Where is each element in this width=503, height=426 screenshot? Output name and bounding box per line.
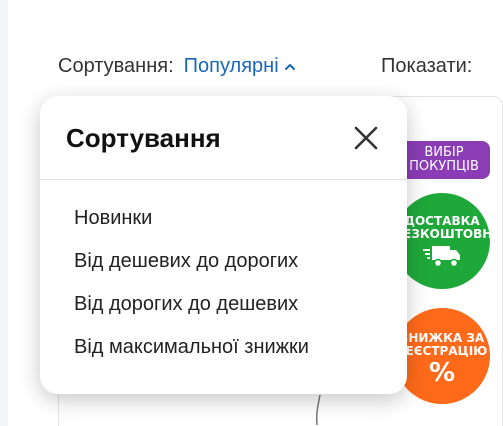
sort-option-max-discount[interactable]: Від максимальної знижки xyxy=(74,329,309,372)
sort-value[interactable]: Популярні xyxy=(184,55,279,78)
chevron-up-icon[interactable] xyxy=(283,60,297,74)
show-count-label[interactable]: Показати: xyxy=(381,55,472,78)
sort-option-price-desc[interactable]: Від дорогих до дешевих xyxy=(74,286,309,329)
product-image-fragment xyxy=(316,395,321,425)
left-strip xyxy=(0,0,8,426)
buyers-choice-badge: ВИБІР ПОКУПЦІВ xyxy=(398,141,490,179)
badge-line: ВИБІР xyxy=(424,145,464,160)
badge-line: ЗНИЖКА ЗА xyxy=(399,331,485,345)
truck-icon xyxy=(423,246,460,268)
percent-icon: % xyxy=(428,358,456,388)
free-delivery-badge: ДОСТАВКА БЕЗКОШТОВНО xyxy=(394,193,502,289)
badge-line: БЕЗКОШТОВНО xyxy=(394,227,503,241)
popup-title: Сортування xyxy=(66,123,221,153)
sort-option-newest[interactable]: Новинки xyxy=(74,200,309,243)
close-icon[interactable] xyxy=(352,124,380,152)
sort-popup: Сортування Новинки Від дешевих до дороги… xyxy=(40,96,407,394)
sort-options-list: Новинки Від дешевих до дорогих Від дорог… xyxy=(74,200,309,372)
sort-option-price-asc[interactable]: Від дешевих до дорогих xyxy=(74,243,309,286)
sort-control[interactable]: Сортування: Популярні xyxy=(58,55,297,78)
badge-line: ДОСТАВКА xyxy=(404,214,480,228)
badge-line: ПОКУПЦІВ xyxy=(409,159,479,174)
badge-line: РЕЄСТРАЦІЮ xyxy=(396,344,488,358)
sort-label: Сортування: xyxy=(58,55,174,77)
registration-discount-badge: ЗНИЖКА ЗА РЕЄСТРАЦІЮ % xyxy=(394,308,490,404)
popup-header: Сортування xyxy=(40,96,407,180)
